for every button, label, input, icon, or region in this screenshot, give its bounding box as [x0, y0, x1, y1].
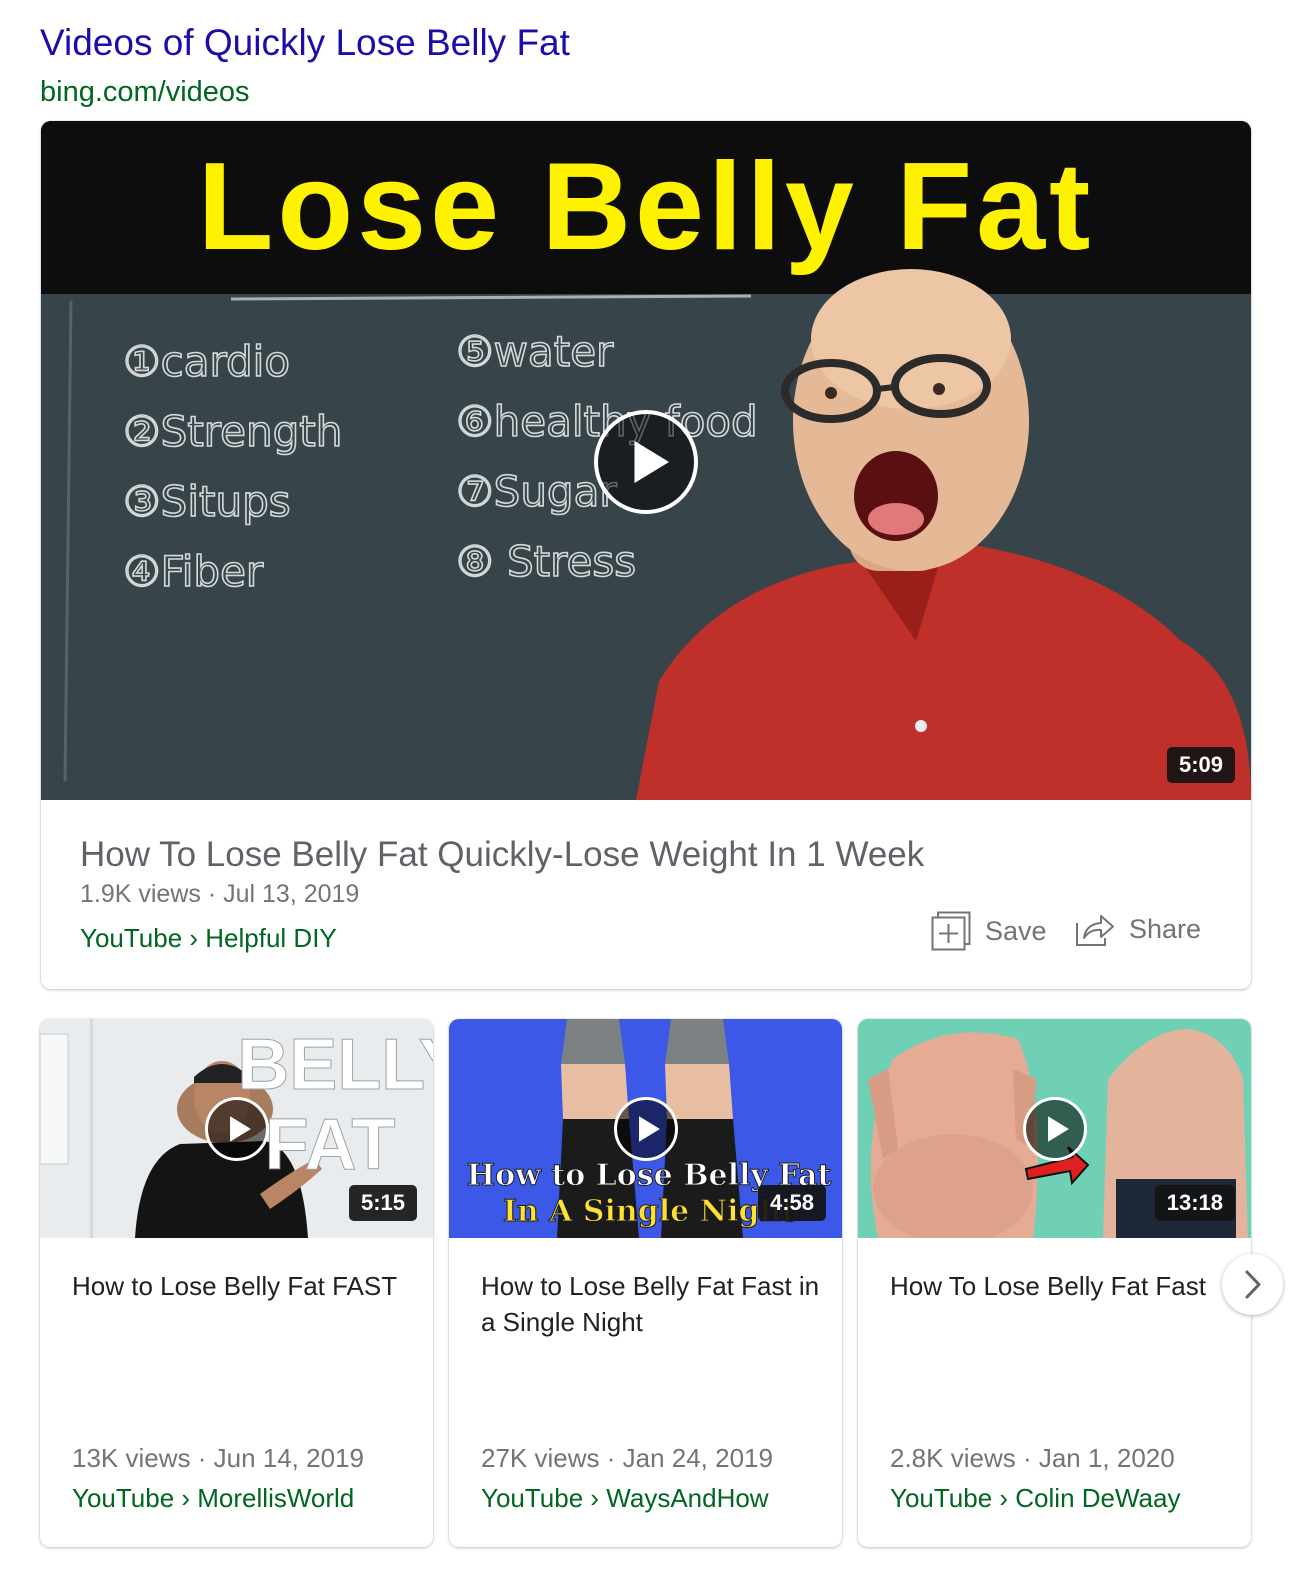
thumbnail-banner-text: Lose Belly Fat — [198, 138, 1095, 276]
video-meta: 2.8K views · Jan 1, 2020 — [890, 1443, 1175, 1473]
chevron-right-icon — [1245, 1270, 1261, 1299]
board-text-right-1: ⑤water — [456, 327, 614, 376]
carousel-next-button[interactable] — [1222, 1254, 1283, 1315]
video-title[interactable]: How to Lose Belly Fat FAST — [72, 1268, 412, 1304]
video-source[interactable]: YouTube › WaysAndHow — [481, 1483, 769, 1514]
video-source[interactable]: YouTube › Colin DeWaay — [890, 1483, 1180, 1514]
thumb-text-fat: FAT — [265, 1105, 396, 1185]
thumb-text-belly: BELLY — [237, 1025, 433, 1105]
board-text-right-4: ⑧ Stress — [456, 537, 636, 586]
board-text-left-2: ②Strength — [123, 407, 342, 456]
play-icon — [634, 440, 670, 484]
board-text-left-1: ①cardio — [123, 337, 290, 386]
video-meta: 13K views · Jun 14, 2019 — [72, 1443, 364, 1473]
play-icon — [639, 1116, 660, 1142]
play-button[interactable] — [614, 1097, 678, 1161]
duration-badge: 4:58 — [757, 1185, 826, 1221]
main-video-thumbnail[interactable]: Lose Belly Fat ①cardio ②Strength ③Situps… — [41, 121, 1251, 800]
video-card[interactable]: How to Lose Belly Fat In A Single Night … — [449, 1019, 842, 1547]
share-label: Share — [1129, 913, 1202, 944]
video-thumbnail[interactable]: BELLY FAT 5:15 — [40, 1019, 433, 1238]
video-card[interactable]: BELLY FAT 5:15 How to Lose Belly Fat FAS… — [40, 1019, 433, 1547]
video-source[interactable]: YouTube › MorellisWorld — [72, 1483, 354, 1514]
save-button[interactable]: Save — [931, 911, 1047, 951]
main-play-button[interactable] — [594, 410, 698, 514]
thumb-text-line-2: In A Single Night — [503, 1194, 795, 1229]
play-icon — [1048, 1116, 1069, 1142]
share-button[interactable]: Share — [1075, 911, 1201, 947]
video-thumbnail[interactable]: 13:18 — [858, 1019, 1251, 1238]
share-icon — [1076, 915, 1114, 946]
main-duration-badge: 5:09 — [1166, 747, 1235, 783]
board-text-left-4: ④Fiber — [123, 547, 264, 596]
save-icon — [931, 911, 971, 951]
results-url: bing.com/videos — [40, 76, 250, 108]
video-title[interactable]: How To Lose Belly Fat Fast — [890, 1268, 1230, 1304]
video-card[interactable]: 13:18 How To Lose Belly Fat Fast 2.8K vi… — [858, 1019, 1251, 1547]
main-video-card[interactable]: Lose Belly Fat ①cardio ②Strength ③Situps… — [41, 121, 1251, 989]
results-title-link[interactable]: Videos of Quickly Lose Belly Fat — [40, 22, 570, 64]
video-thumbnail[interactable]: How to Lose Belly Fat In A Single Night … — [449, 1019, 842, 1238]
duration-badge: 5:15 — [348, 1185, 417, 1221]
main-video-title[interactable]: How To Lose Belly Fat Quickly-Lose Weigh… — [80, 835, 924, 875]
save-label: Save — [985, 915, 1047, 946]
video-title[interactable]: How to Lose Belly Fat Fast in a Single N… — [481, 1268, 821, 1340]
video-meta: 27K views · Jan 24, 2019 — [481, 1443, 773, 1473]
board-text-right-3: ⑦Sugar — [456, 467, 617, 516]
main-video-meta: 1.9K views · Jul 13, 2019 — [80, 880, 360, 908]
play-button[interactable] — [205, 1097, 269, 1161]
play-icon — [230, 1116, 251, 1142]
duration-badge: 13:18 — [1154, 1185, 1235, 1221]
board-text-left-3: ③Situps — [123, 477, 291, 526]
main-video-source[interactable]: YouTube › Helpful DIY — [80, 923, 337, 954]
play-button[interactable] — [1023, 1097, 1087, 1161]
